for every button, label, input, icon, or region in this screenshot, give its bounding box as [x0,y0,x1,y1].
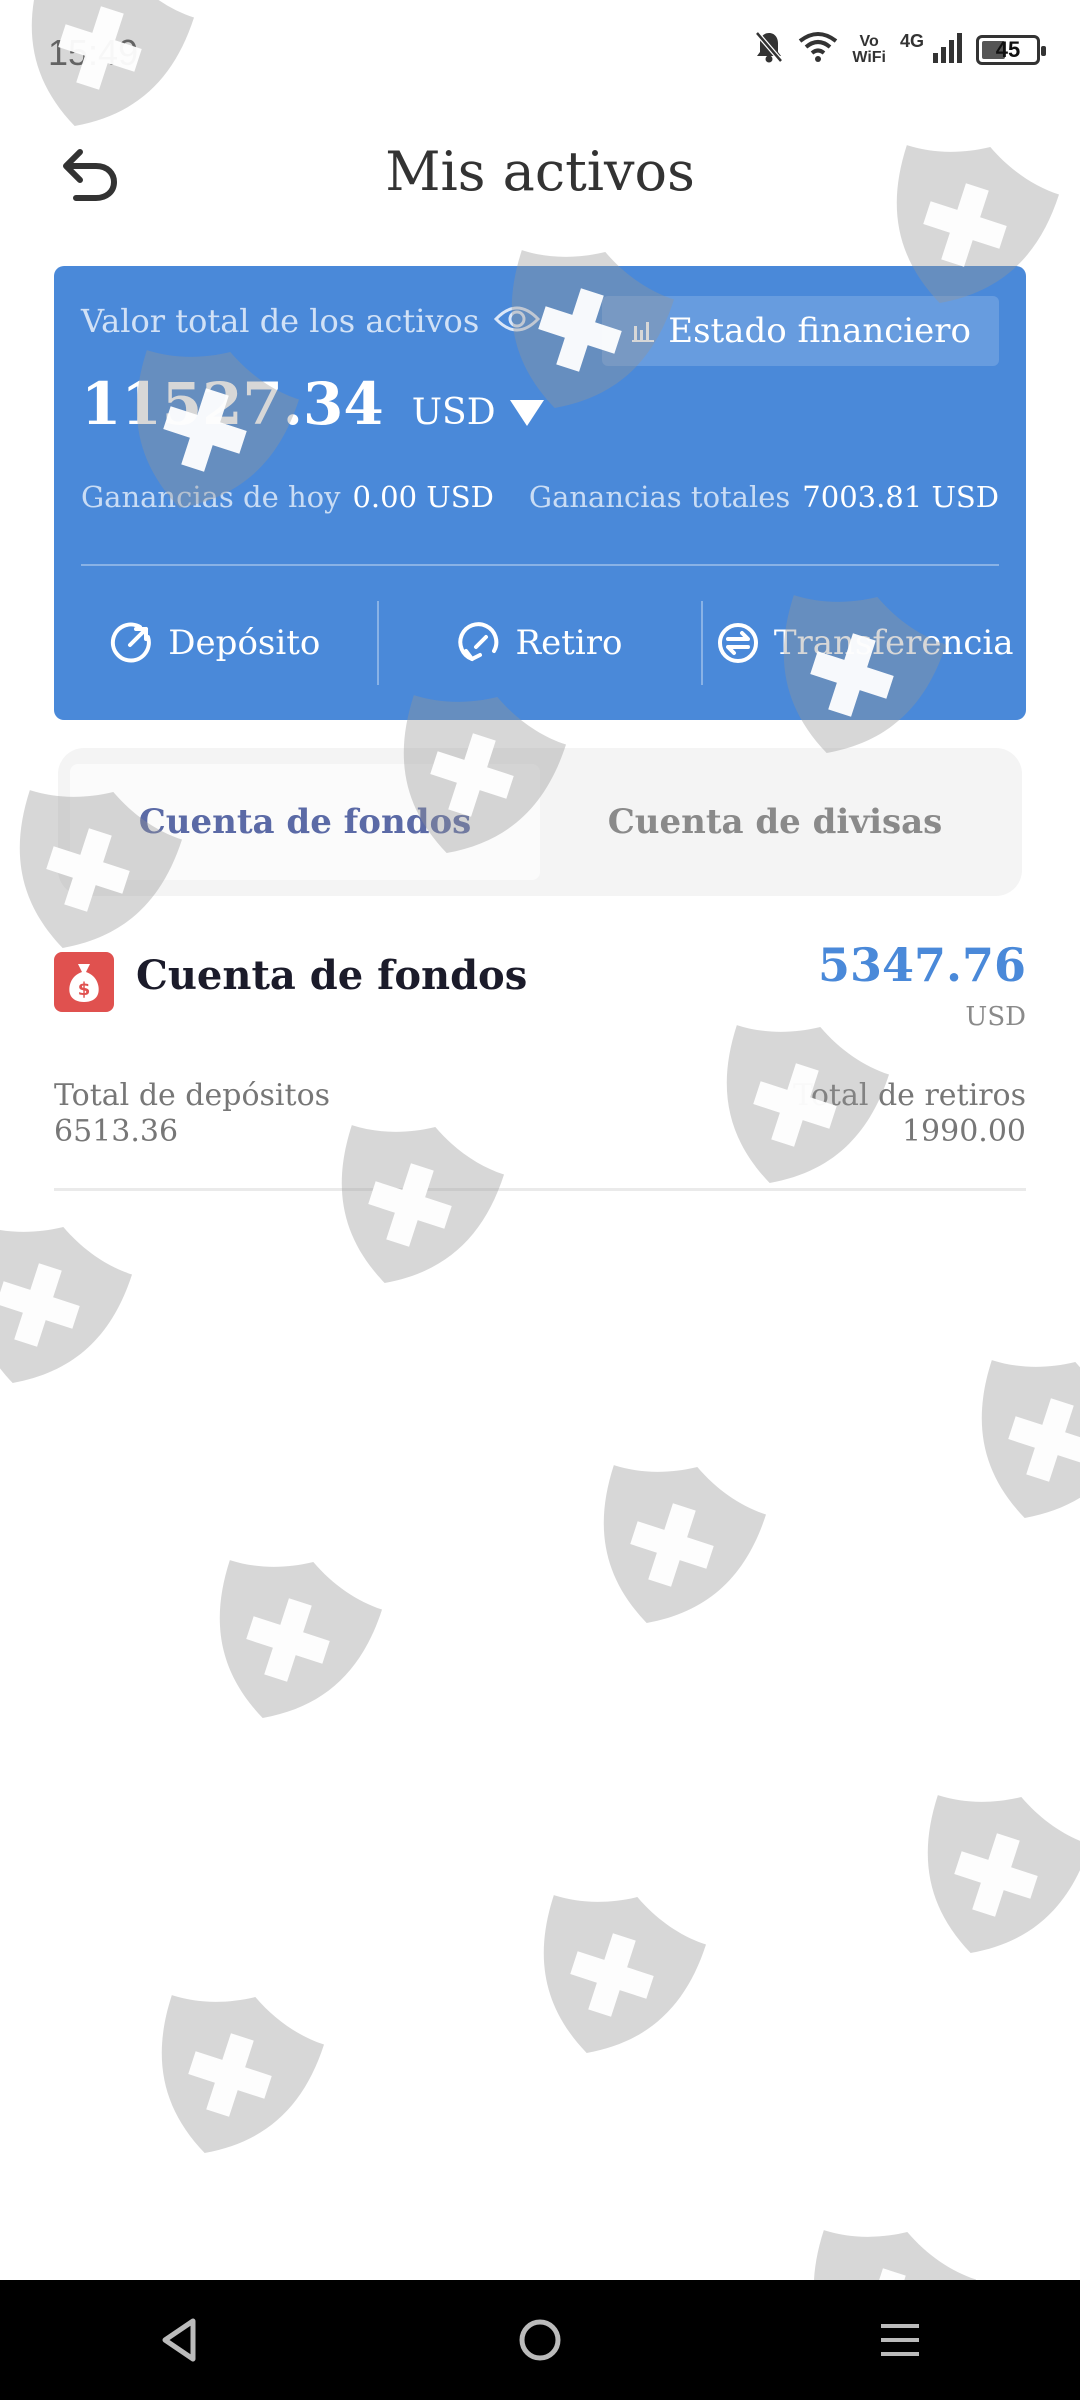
nav-menu-icon [881,2324,919,2356]
deposit-icon [111,622,152,663]
transfer-button[interactable]: Transferencia [703,566,1026,720]
today-earnings-label: Ganancias de hoy [81,480,341,514]
system-nav-bar [0,2280,1080,2400]
money-bag-icon: $ [54,952,114,1012]
total-amount: 11527.34 [81,370,384,438]
nav-back-button[interactable] [120,2290,240,2390]
withdraw-label: Retiro [515,623,623,663]
eye-icon[interactable] [493,303,541,339]
mute-notification-icon [754,30,784,69]
transfer-label: Transferencia [773,623,1014,663]
total-withdrawals: Total de retiros 1990.00 [793,1078,1026,1150]
shield-icon [894,1772,1080,1978]
shield-icon [308,1102,512,1308]
wifi-icon [798,31,838,68]
status-time: 15:49 [48,32,139,73]
shield-icon [128,1972,332,2178]
signal-icon [932,31,962,68]
tab-currency-account[interactable]: Cuenta de divisas [540,764,1010,880]
shield-icon [510,1872,714,2078]
network-type: 4G [899,31,924,51]
total-earnings-label: Ganancias totales [528,480,791,514]
withdraw-icon [457,622,498,661]
vowifi-line1: Vo [859,32,879,50]
asset-actions: Depósito Retiro Transferencia [54,566,1026,720]
today-earnings: Ganancias de hoy 0.00 USD [81,480,494,514]
nav-back-icon [162,2318,196,2362]
tab-fund-account[interactable]: Cuenta de fondos [70,764,540,880]
fund-account-balance: 5347.76 [817,938,1026,992]
battery-level: 45 [995,36,1021,62]
total-amount-row: 11527.34 USD [81,370,544,438]
asset-summary-card: Valor total de los activos Estado financ… [54,266,1026,720]
vowifi-indicator: Vo WiFi [852,32,886,66]
nav-menu-button[interactable] [840,2290,960,2390]
dropdown-triangle-icon [509,399,544,426]
financial-statement-button[interactable]: Estado financiero [602,296,999,366]
total-withdrawals-label: Total de retiros [793,1078,1026,1113]
svg-text:$: $ [78,979,91,1000]
total-deposits-value: 6513.36 [54,1114,179,1149]
nav-home-button[interactable] [480,2290,600,2390]
total-deposits: Total de depósitos 6513.36 [54,1078,330,1150]
fund-account-currency: USD [965,1002,1026,1032]
deposit-button[interactable]: Depósito [54,566,377,720]
total-withdrawals-value: 1990.00 [901,1114,1026,1149]
today-earnings-value: 0.00 USD [352,480,494,514]
financial-statement-label: Estado financiero [668,311,971,351]
withdraw-button[interactable]: Retiro [379,566,702,720]
shield-icon [186,1537,390,1743]
total-assets-label-row: Valor total de los activos [81,302,541,340]
total-deposits-label: Total de depósitos [54,1078,331,1113]
account-tabs: Cuenta de fondos Cuenta de divisas [58,748,1022,896]
deposit-label: Depósito [168,623,321,663]
shield-icon [948,1337,1080,1543]
shield-icon [0,1202,140,1408]
status-bar: 15:49 Vo WiFi 4G 45 [0,0,1080,110]
total-earnings: Ganancias totales 7003.81 USD [529,480,999,514]
fund-account-title: Cuenta de fondos [136,952,528,999]
battery-icon: 45 [976,34,1046,65]
status-icons: Vo WiFi 4G 45 [754,30,1046,69]
bar-chart-icon [632,322,655,342]
currency-label: USD [411,392,496,433]
total-assets-label: Valor total de los activos [81,302,480,340]
fund-divider [54,1188,1026,1191]
page-title: Mis activos [385,140,695,203]
header: Mis activos [0,120,1080,230]
earnings-row: Ganancias de hoy 0.00 USD Ganancias total… [81,480,999,514]
currency-selector[interactable]: USD [412,392,544,433]
nav-home-icon [519,2319,561,2361]
transfer-icon [717,623,758,663]
total-earnings-value: 7003.81 USD [802,480,999,514]
shield-icon [570,1442,774,1648]
vowifi-line2: WiFi [852,48,886,66]
